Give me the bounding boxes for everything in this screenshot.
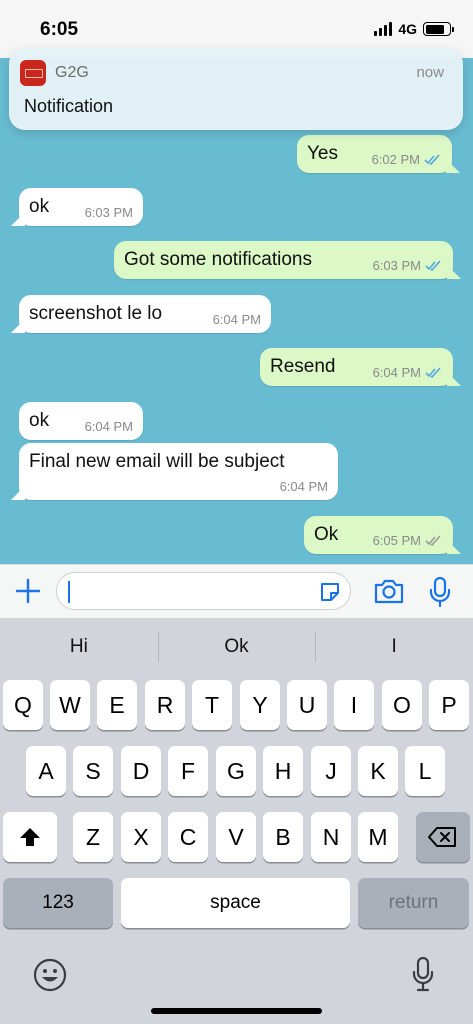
backspace-icon <box>428 827 456 847</box>
message-incoming[interactable]: Final new email will be subject 6:04 PM <box>19 443 338 500</box>
key-j[interactable]: J <box>311 746 351 796</box>
key-h[interactable]: H <box>263 746 303 796</box>
key-t[interactable]: T <box>192 680 232 730</box>
emoji-icon[interactable] <box>33 958 67 992</box>
key-w[interactable]: W <box>50 680 90 730</box>
key-i[interactable]: I <box>334 680 374 730</box>
battery-icon <box>423 22 454 36</box>
chat-area[interactable]: Yes 6:02 PM ok 6:03 PM Got some notifica… <box>0 58 473 564</box>
status-icons: 4G <box>374 21 454 37</box>
keyboard: Hi Ok I Q W E R T Y U I O P A S D F G H … <box>0 618 473 1024</box>
microphone-icon[interactable] <box>428 576 452 608</box>
message-time: 6:04 PM <box>279 479 328 494</box>
message-meta: 6:02 PM <box>372 152 442 167</box>
notification-app-name: G2G <box>55 64 89 81</box>
message-incoming[interactable]: ok 6:03 PM <box>19 188 143 226</box>
signal-icon <box>374 22 393 36</box>
key-y[interactable]: Y <box>240 680 280 730</box>
home-indicator <box>151 1008 322 1014</box>
key-l[interactable]: L <box>405 746 445 796</box>
read-ticks-icon <box>425 367 441 378</box>
key-v[interactable]: V <box>216 812 256 862</box>
key-g[interactable]: G <box>216 746 256 796</box>
return-key[interactable]: return <box>358 878 469 928</box>
read-ticks-icon <box>425 260 441 271</box>
message-meta: 6:04 PM <box>280 479 328 494</box>
message-meta: 6:04 PM <box>85 419 133 434</box>
message-text: Ok <box>314 524 339 545</box>
message-outgoing[interactable]: Yes 6:02 PM <box>297 135 452 173</box>
message-text: Final new email will be subject <box>29 451 285 472</box>
notification-banner[interactable]: G2G now Notification <box>9 48 463 130</box>
key-e[interactable]: E <box>97 680 137 730</box>
message-incoming[interactable]: screenshot le lo 6:04 PM <box>19 295 271 333</box>
key-p[interactable]: P <box>429 680 469 730</box>
key-x[interactable]: X <box>121 812 161 862</box>
key-b[interactable]: B <box>263 812 303 862</box>
delivered-ticks-icon <box>425 535 441 546</box>
key-z[interactable]: Z <box>73 812 113 862</box>
key-u[interactable]: U <box>287 680 327 730</box>
numbers-key[interactable]: 123 <box>3 878 113 928</box>
status-time: 6:05 <box>40 19 79 40</box>
message-meta: 6:04 PM <box>213 312 261 327</box>
message-text: ok <box>29 410 50 431</box>
message-time: 6:04 PM <box>84 419 133 434</box>
key-k[interactable]: K <box>358 746 398 796</box>
notification-time: now <box>416 64 444 81</box>
message-time: 6:04 PM <box>372 365 421 380</box>
backspace-key[interactable] <box>416 812 470 862</box>
message-outgoing[interactable]: Ok 6:05 PM <box>304 516 453 554</box>
app-icon <box>20 60 46 86</box>
plus-icon[interactable] <box>14 577 42 605</box>
key-o[interactable]: O <box>382 680 422 730</box>
message-incoming[interactable]: ok 6:04 PM <box>19 402 143 440</box>
message-meta: 6:05 PM <box>373 533 443 548</box>
key-q[interactable]: Q <box>3 680 43 730</box>
sticker-icon[interactable] <box>318 580 342 604</box>
message-time: 6:05 PM <box>372 533 421 548</box>
text-cursor <box>68 581 70 603</box>
network-type: 4G <box>398 21 417 37</box>
message-input-bar <box>0 564 473 618</box>
message-text: screenshot le lo <box>29 303 163 324</box>
message-meta: 6:03 PM <box>85 205 133 220</box>
key-s[interactable]: S <box>73 746 113 796</box>
message-meta: 6:04 PM <box>373 365 443 380</box>
key-n[interactable]: N <box>311 812 351 862</box>
suggestion-item[interactable]: I <box>315 618 473 676</box>
key-c[interactable]: C <box>168 812 208 862</box>
message-input[interactable] <box>56 572 351 610</box>
message-outgoing[interactable]: Got some notifications 6:03 PM <box>114 241 453 279</box>
notification-body: Notification <box>24 96 114 116</box>
suggestion-bar: Hi Ok I <box>0 618 473 676</box>
key-a[interactable]: A <box>26 746 66 796</box>
message-text: Got some notifications <box>124 249 312 270</box>
message-text: ok <box>29 196 50 217</box>
read-ticks-icon <box>424 154 440 165</box>
shift-key[interactable] <box>3 812 57 862</box>
message-time: 6:02 PM <box>371 152 420 167</box>
message-time: 6:03 PM <box>84 205 133 220</box>
message-time: 6:03 PM <box>372 258 421 273</box>
key-r[interactable]: R <box>145 680 185 730</box>
dictation-icon[interactable] <box>411 956 435 992</box>
message-text: Resend <box>270 356 336 377</box>
camera-icon[interactable] <box>373 577 405 605</box>
message-text: Yes <box>307 143 338 164</box>
key-d[interactable]: D <box>121 746 161 796</box>
suggestion-item[interactable]: Hi <box>0 618 158 676</box>
message-meta: 6:03 PM <box>373 258 443 273</box>
key-m[interactable]: M <box>358 812 398 862</box>
message-outgoing[interactable]: Resend 6:04 PM <box>260 348 453 386</box>
suggestion-item[interactable]: Ok <box>157 618 316 676</box>
space-key[interactable]: space <box>121 878 350 928</box>
key-f[interactable]: F <box>168 746 208 796</box>
message-time: 6:04 PM <box>212 312 261 327</box>
shift-icon <box>20 828 40 846</box>
